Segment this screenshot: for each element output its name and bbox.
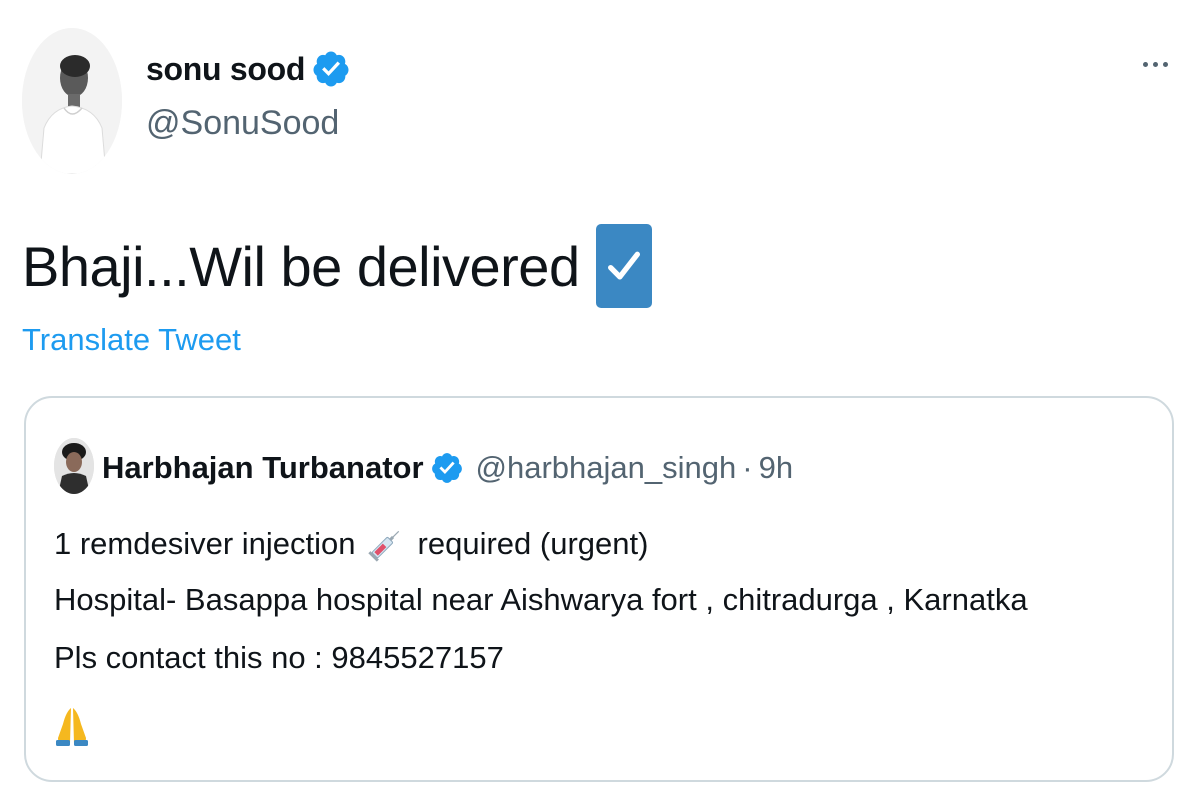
quoted-tweet-time[interactable]: 9h: [759, 450, 793, 486]
quoted-tweet-line-1: 1 remdesiver injection required (urgent): [54, 524, 648, 564]
translate-tweet-link[interactable]: Translate Tweet: [22, 322, 241, 358]
quoted-tweet-line-1-before: 1 remdesiver injection: [54, 526, 356, 561]
author-handle[interactable]: @SonuSood: [146, 104, 339, 143]
quoted-tweet-card[interactable]: Harbhajan Turbanator @harbhajan_singh · …: [24, 396, 1174, 782]
more-dot: [1162, 61, 1168, 67]
check-mark-button-icon: [595, 224, 652, 308]
verified-badge-icon: [313, 51, 349, 87]
quoted-author-name[interactable]: Harbhajan Turbanator: [102, 450, 424, 486]
check-mark-glyph: [607, 251, 640, 280]
more-dot: [1142, 61, 1148, 67]
quoted-tweet-line-3: Pls contact this no : 9845527157: [54, 640, 504, 675]
author-avatar-image: [22, 28, 122, 174]
tweet-text-row: Bhaji...Wil be delivered: [22, 224, 652, 308]
tweet: sonu sood @SonuSood Bhaji...Wil be deliv…: [0, 0, 1200, 800]
more-options-icon[interactable]: [1132, 46, 1178, 82]
syringe-icon: [367, 530, 399, 562]
folded-hands-icon: [56, 708, 88, 746]
quoted-tweet-line-1-after: required (urgent): [417, 526, 649, 561]
tweet-text: Bhaji...Wil be delivered: [22, 234, 580, 298]
quoted-author-avatar[interactable]: [54, 438, 94, 494]
author-avatar[interactable]: [22, 28, 122, 174]
verified-badge-icon: [431, 453, 462, 483]
more-dot: [1152, 61, 1158, 67]
quoted-tweet-line-2: Hospital- Basappa hospital near Aishwary…: [54, 582, 1028, 617]
author-name-row: sonu sood: [146, 46, 351, 92]
quoted-author-avatar-image: [54, 438, 94, 494]
quoted-tweet-header: Harbhajan Turbanator @harbhajan_singh · …: [102, 446, 793, 490]
quoted-author-handle[interactable]: @harbhajan_singh: [476, 450, 737, 486]
separator-dot: ·: [742, 450, 753, 485]
author-name[interactable]: sonu sood: [146, 51, 305, 88]
